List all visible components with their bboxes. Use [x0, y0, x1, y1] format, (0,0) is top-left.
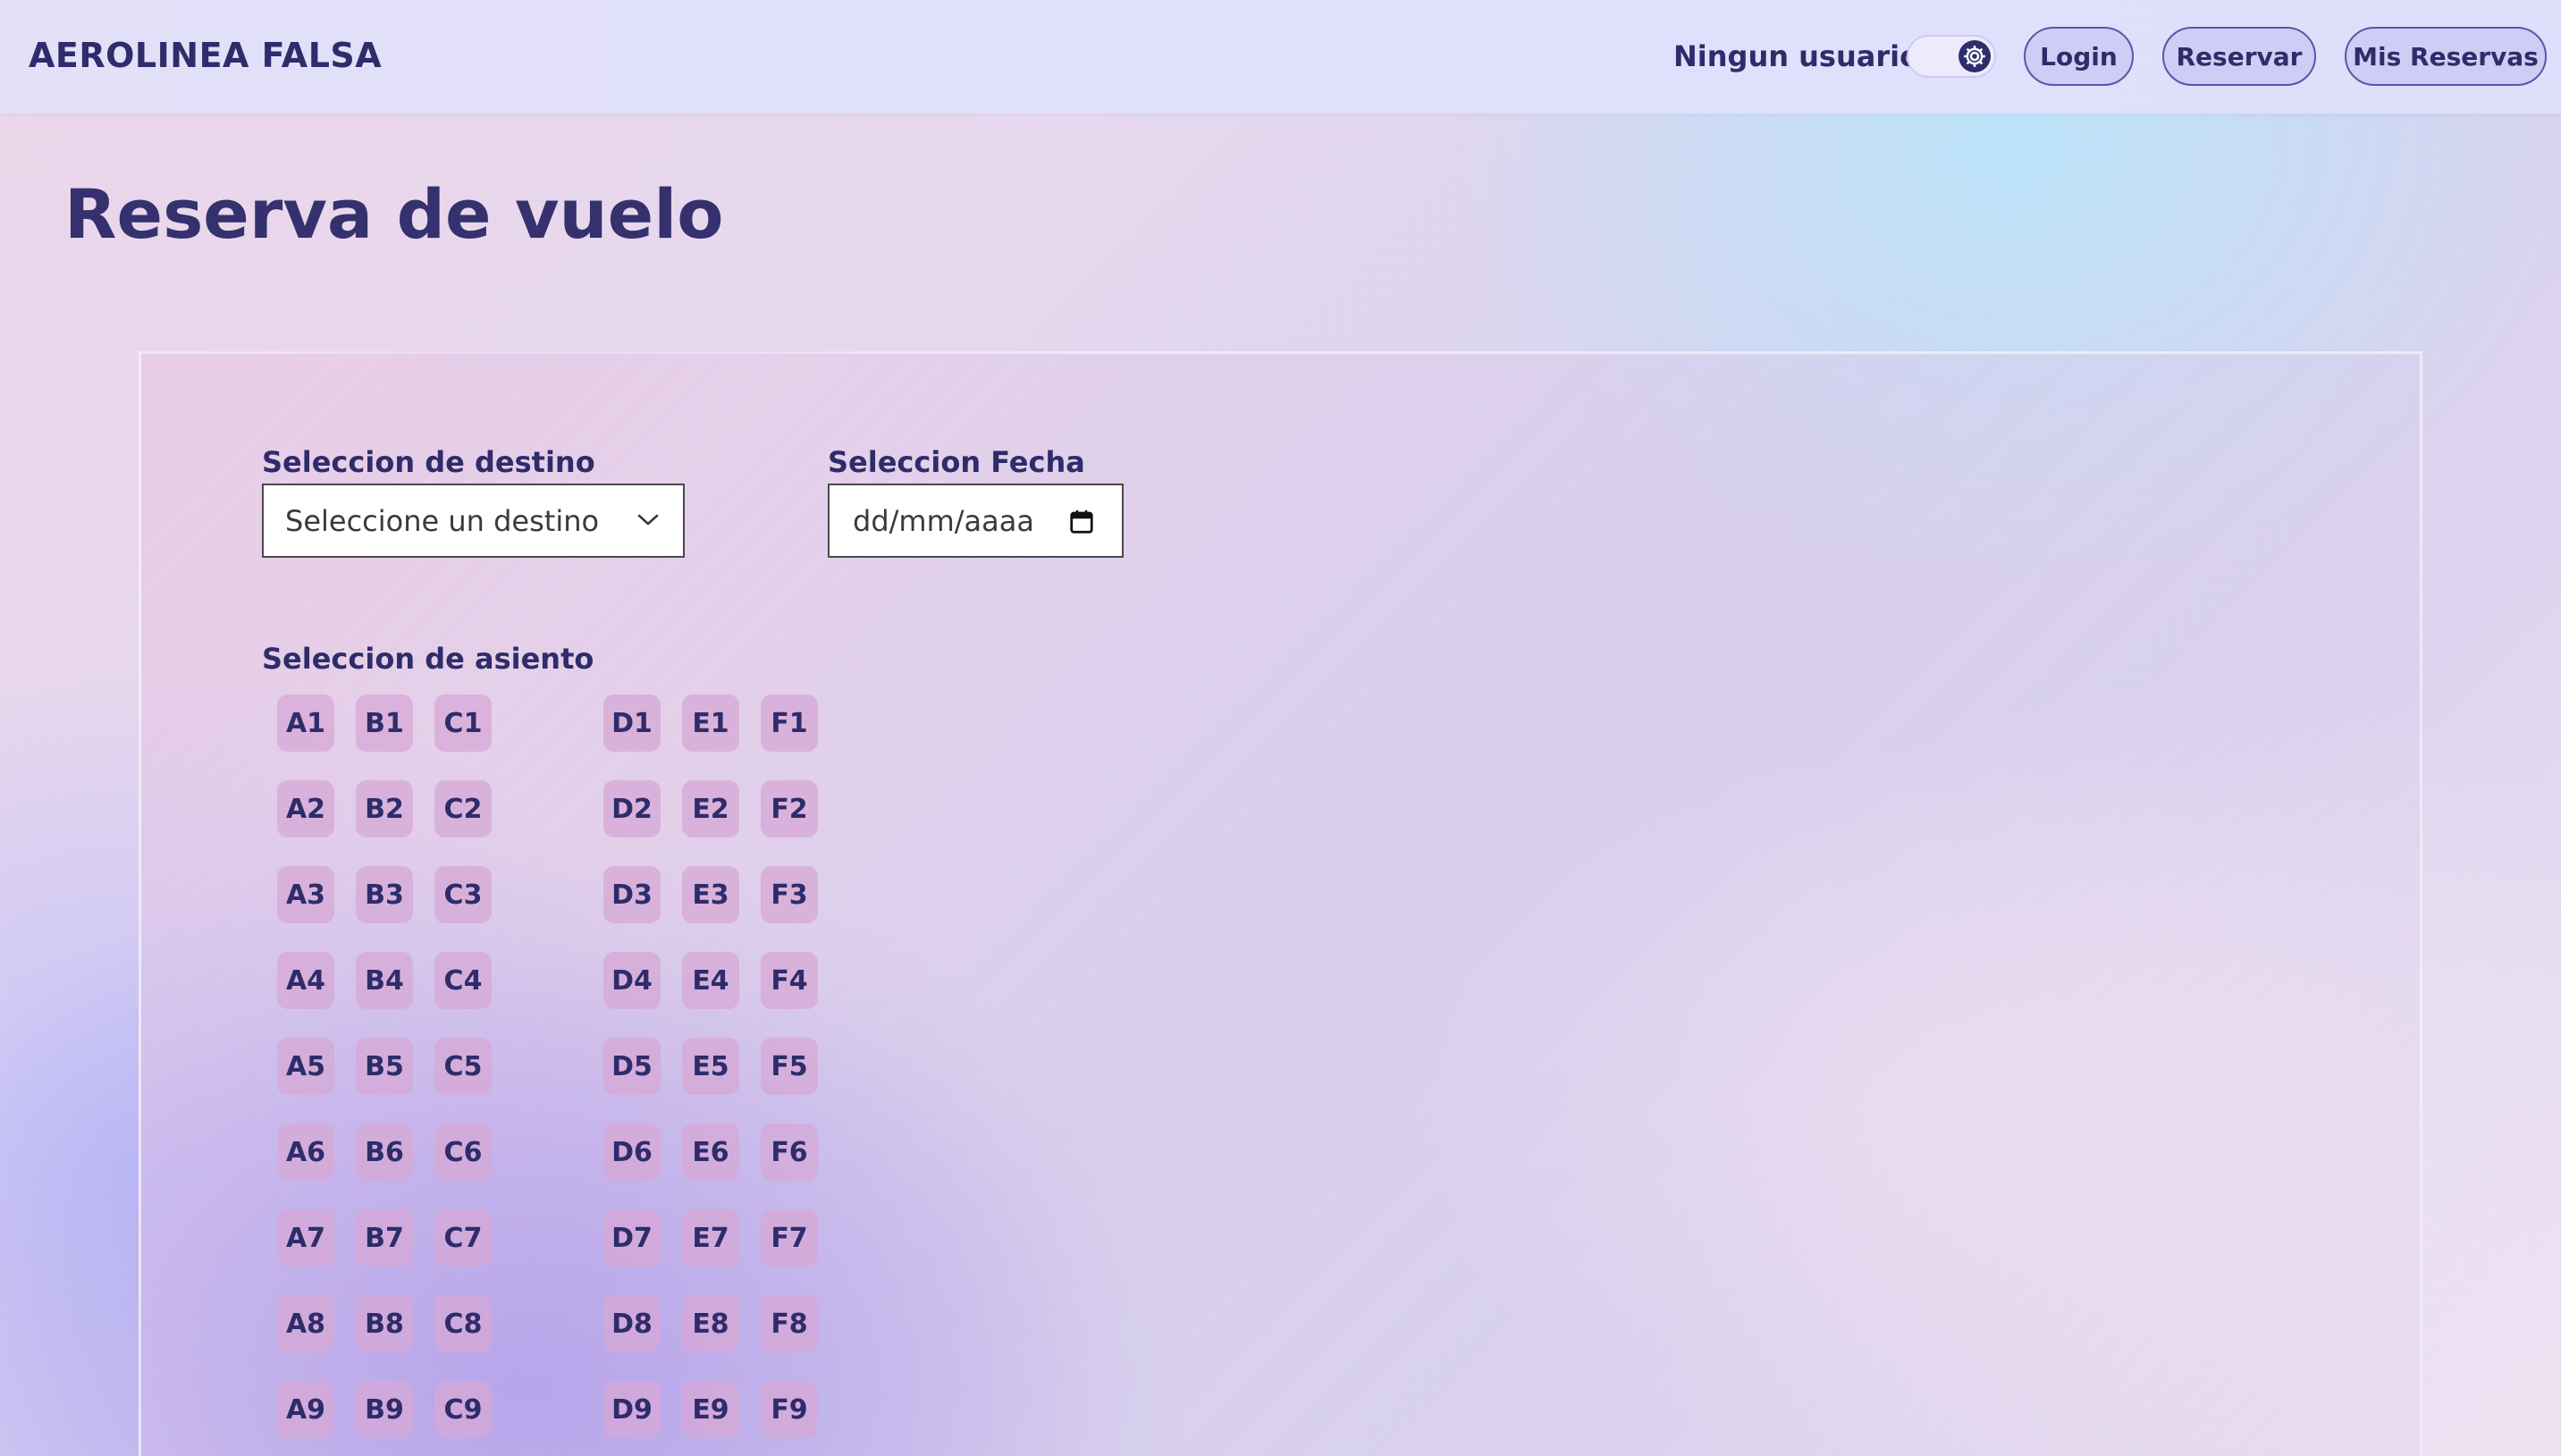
login-button[interactable]: Login [2024, 27, 2134, 86]
seat-D4[interactable]: D4 [603, 952, 661, 1009]
seat-B1[interactable]: B1 [356, 694, 413, 752]
seat-F8[interactable]: F8 [761, 1295, 818, 1352]
seat-F4[interactable]: F4 [761, 952, 818, 1009]
seat-D1[interactable]: D1 [603, 694, 661, 752]
seat-E4[interactable]: E4 [682, 952, 739, 1009]
seat-C1[interactable]: C1 [434, 694, 492, 752]
user-status-label: Ningun usuario [1673, 39, 1920, 73]
seat-B8[interactable]: B8 [356, 1295, 413, 1352]
seat-E1[interactable]: E1 [682, 694, 739, 752]
booking-form-card: Seleccion de destino Seleccione un desti… [139, 351, 2422, 1456]
seat-F9[interactable]: F9 [761, 1381, 818, 1438]
date-input[interactable]: dd/mm/aaaa [828, 484, 1124, 558]
top-navbar: AEROLINEA FALSA Ningun usuario Login Res… [0, 0, 2561, 114]
seat-F6[interactable]: F6 [761, 1124, 818, 1181]
seat-F5[interactable]: F5 [761, 1038, 818, 1095]
seat-C7[interactable]: C7 [434, 1209, 492, 1267]
seat-F7[interactable]: F7 [761, 1209, 818, 1267]
seat-E7[interactable]: E7 [682, 1209, 739, 1267]
seat-C5[interactable]: C5 [434, 1038, 492, 1095]
seat-E8[interactable]: E8 [682, 1295, 739, 1352]
page-title: Reserva de vuelo [64, 174, 724, 254]
seat-D6[interactable]: D6 [603, 1124, 661, 1181]
seat-C6[interactable]: C6 [434, 1124, 492, 1181]
seat-B7[interactable]: B7 [356, 1209, 413, 1267]
seat-D9[interactable]: D9 [603, 1381, 661, 1438]
reservar-button[interactable]: Reservar [2162, 27, 2316, 86]
seat-B2[interactable]: B2 [356, 780, 413, 837]
date-label: Seleccion Fecha [828, 445, 1085, 479]
seat-A4[interactable]: A4 [277, 952, 334, 1009]
seat-D7[interactable]: D7 [603, 1209, 661, 1267]
seat-A5[interactable]: A5 [277, 1038, 334, 1095]
seat-A7[interactable]: A7 [277, 1209, 334, 1267]
destination-select-value: Seleccione un destino [285, 503, 600, 538]
seat-selection-label: Seleccion de asiento [262, 642, 594, 676]
date-input-placeholder: dd/mm/aaaa [853, 503, 1034, 538]
seat-C9[interactable]: C9 [434, 1381, 492, 1438]
seat-D3[interactable]: D3 [603, 866, 661, 923]
seat-B5[interactable]: B5 [356, 1038, 413, 1095]
seat-A1[interactable]: A1 [277, 694, 334, 752]
seat-B6[interactable]: B6 [356, 1124, 413, 1181]
destination-select[interactable]: Seleccione un destino [262, 484, 685, 558]
seat-A6[interactable]: A6 [277, 1124, 334, 1181]
seat-B9[interactable]: B9 [356, 1381, 413, 1438]
gear-icon [1959, 40, 1991, 72]
seat-A8[interactable]: A8 [277, 1295, 334, 1352]
seat-E9[interactable]: E9 [682, 1381, 739, 1438]
seat-C8[interactable]: C8 [434, 1295, 492, 1352]
seat-F1[interactable]: F1 [761, 694, 818, 752]
seat-C2[interactable]: C2 [434, 780, 492, 837]
calendar-icon[interactable] [1068, 509, 1095, 535]
seat-B3[interactable]: B3 [356, 866, 413, 923]
seat-E2[interactable]: E2 [682, 780, 739, 837]
seat-B4[interactable]: B4 [356, 952, 413, 1009]
seat-C3[interactable]: C3 [434, 866, 492, 923]
theme-toggle[interactable] [1907, 35, 1996, 78]
destination-label: Seleccion de destino [262, 445, 595, 479]
seat-C4[interactable]: C4 [434, 952, 492, 1009]
seat-D8[interactable]: D8 [603, 1295, 661, 1352]
seat-D5[interactable]: D5 [603, 1038, 661, 1095]
seat-D2[interactable]: D2 [603, 780, 661, 837]
seat-E3[interactable]: E3 [682, 866, 739, 923]
seat-A9[interactable]: A9 [277, 1381, 334, 1438]
seat-A2[interactable]: A2 [277, 780, 334, 837]
seat-F2[interactable]: F2 [761, 780, 818, 837]
seat-E5[interactable]: E5 [682, 1038, 739, 1095]
mis-reservas-button[interactable]: Mis Reservas [2345, 27, 2547, 86]
chevron-down-icon [637, 514, 659, 526]
brand-logo-text[interactable]: AEROLINEA FALSA [29, 36, 382, 75]
seat-F3[interactable]: F3 [761, 866, 818, 923]
seat-A3[interactable]: A3 [277, 866, 334, 923]
seat-E6[interactable]: E6 [682, 1124, 739, 1181]
